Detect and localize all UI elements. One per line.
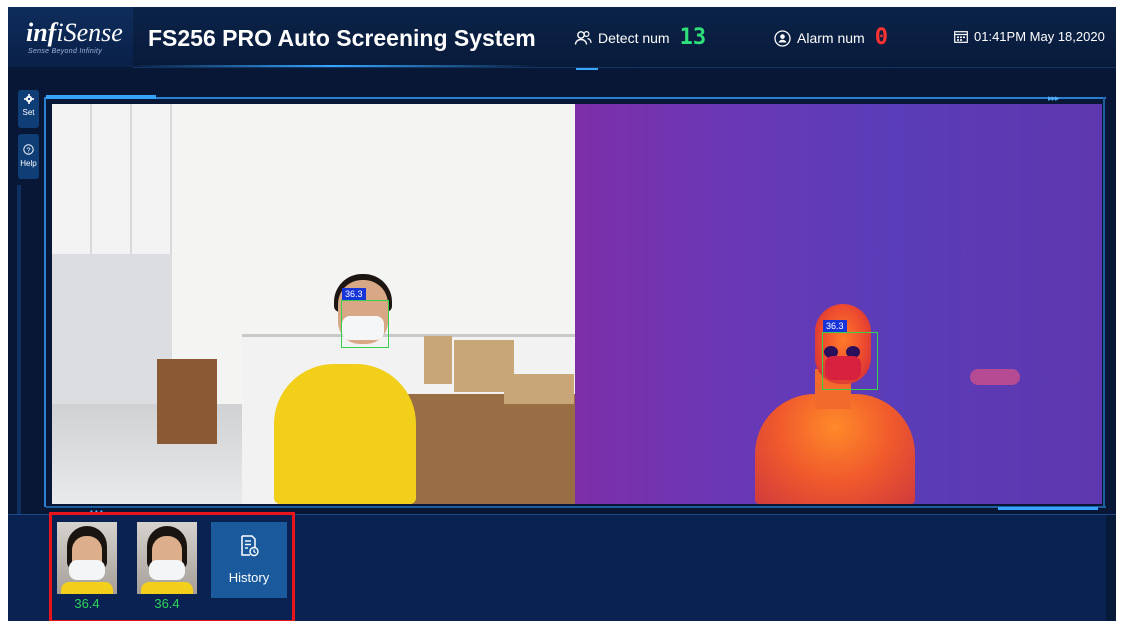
datetime-text: 01:41PM May 18,2020	[974, 29, 1105, 44]
header-bar: infiSense Sense Beyond Infinity FS256 PR…	[8, 7, 1116, 70]
frame-accent	[46, 95, 156, 99]
box	[424, 336, 452, 384]
thermal-hotspot	[970, 369, 1020, 385]
set-button[interactable]: Set	[18, 90, 39, 128]
crate	[157, 359, 217, 444]
corner-notch	[1106, 515, 1116, 621]
face-detection-box	[341, 300, 389, 348]
page-title: FS256 PRO Auto Screening System	[148, 25, 536, 51]
logo-part-2: iSense	[56, 18, 123, 47]
alarm-counter: Alarm num 0	[774, 25, 888, 50]
screening-app: infiSense Sense Beyond Infinity FS256 PR…	[8, 7, 1116, 621]
header-divider	[133, 67, 1116, 68]
detect-label: Detect num	[598, 30, 670, 46]
detect-count: 13	[679, 25, 707, 50]
frame-right-border	[1103, 97, 1105, 507]
set-label: Set	[22, 108, 35, 117]
active-tab-indicator	[576, 68, 598, 70]
user-circle-icon	[774, 29, 791, 47]
logo-wordmark: infiSense	[26, 20, 123, 46]
frame-arrows-icon: ▸▸▸	[1048, 93, 1060, 103]
thermal-body	[755, 394, 915, 504]
help-icon: ?	[23, 144, 34, 157]
people-icon	[574, 30, 592, 46]
visible-camera-feed: 36.3	[52, 104, 575, 504]
detect-counter: Detect num 13	[574, 25, 707, 50]
alarm-label: Alarm num	[797, 30, 865, 46]
logo: infiSense Sense Beyond Infinity	[8, 7, 133, 67]
temperature-tag: 36.3	[342, 288, 366, 300]
datetime-display: 01:41PM May 18,2020	[954, 29, 1105, 44]
help-label: Help	[20, 159, 37, 168]
thermal-detection-box	[822, 332, 878, 390]
logo-tagline: Sense Beyond Infinity	[28, 48, 103, 55]
frame-bottom-border	[46, 506, 1106, 508]
thermal-temperature-tag: 36.3	[823, 320, 847, 332]
logo-part-1: inf	[26, 18, 57, 47]
frame-accent-bottom	[998, 507, 1098, 510]
highlight-annotation	[49, 512, 295, 621]
svg-text:?: ?	[26, 145, 30, 154]
gear-icon	[23, 94, 34, 106]
calendar-icon	[954, 30, 968, 43]
thermal-camera-feed: 36.3	[575, 104, 1102, 504]
frame-left-border	[44, 97, 46, 507]
box	[504, 374, 574, 404]
alarm-count: 0	[874, 25, 888, 50]
frame-top-border	[46, 97, 1106, 99]
help-button[interactable]: ? Help	[18, 134, 39, 179]
person-body	[274, 364, 416, 504]
